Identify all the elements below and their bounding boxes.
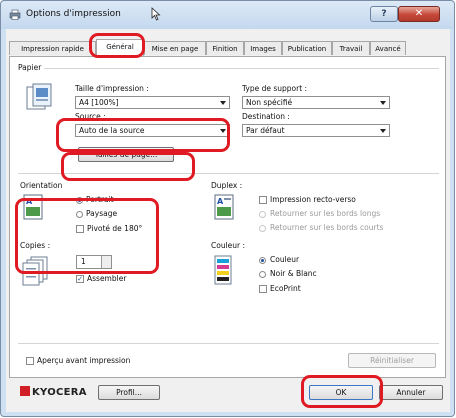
destination-label: Destination : [242, 112, 290, 121]
chevron-down-icon [380, 129, 386, 133]
type-support-value: Non spécifié [246, 98, 293, 107]
source-select[interactable]: Auto de la source [75, 124, 230, 137]
destination-select[interactable]: Par défaut [242, 124, 390, 137]
destination-value: Par défaut [246, 126, 285, 135]
tab-finition[interactable]: Finition [206, 41, 244, 55]
ecoprint-checkbox[interactable] [259, 285, 267, 293]
svg-text:A: A [217, 197, 224, 206]
portrait-orientation-icon: A [23, 194, 43, 220]
close-button[interactable]: ✕ [398, 6, 440, 22]
couleur-group-label: Couleur : [211, 241, 246, 250]
annuler-button[interactable]: Annuler [379, 385, 443, 400]
tab-publication[interactable]: Publication [282, 41, 332, 55]
mouse-cursor-icon [151, 7, 161, 21]
profil-button[interactable]: Profil... [98, 385, 160, 400]
chevron-down-icon [380, 101, 386, 105]
general-tab-panel: Papier Taille d'impression : A4 [100%] T… [9, 56, 446, 378]
recto-verso-label: Impression recto-verso [270, 195, 356, 204]
kyocera-logo: KYOCERA [20, 386, 87, 398]
apercu-checkbox[interactable] [26, 357, 34, 365]
svg-text:A: A [26, 197, 33, 206]
taille-impression-label: Taille d'impression : [75, 84, 149, 93]
tab-images[interactable]: Images [244, 41, 282, 55]
window-title: Options d'impression [26, 9, 121, 19]
paysage-label: Paysage [86, 209, 118, 218]
noir-blanc-label: Noir & Blanc [270, 269, 317, 278]
dialog-body: Impression rapide Général Mise en page F… [6, 29, 450, 412]
copies-value: 1 [81, 257, 86, 266]
assembler-checkbox[interactable]: ✓ [76, 275, 84, 283]
kyocera-mark-icon [20, 386, 30, 396]
ecoprint-label: EcoPrint [270, 284, 301, 293]
portrait-radio[interactable] [76, 197, 83, 204]
taille-impression-select[interactable]: A4 [100%] [75, 96, 230, 109]
print-options-window: Options d'impression ? ✕ Impression rapi… [0, 0, 455, 417]
papier-group-label: Papier [18, 63, 42, 72]
assembler-label: Assembler [87, 274, 127, 283]
type-support-label: Type de support : [242, 84, 308, 93]
color-bars-icon [214, 255, 232, 285]
paper-size-icon [26, 83, 52, 110]
source-label: Source : [75, 112, 106, 121]
taille-impression-value: A4 [100%] [79, 98, 119, 107]
recto-verso-checkbox[interactable] [259, 196, 267, 204]
stepper-down-icon[interactable] [101, 262, 111, 268]
pivote-label: Pivoté de 180° [87, 224, 143, 233]
tab-mise-en-page[interactable]: Mise en page [144, 41, 206, 55]
divider [18, 173, 439, 174]
couleur-label: Couleur [270, 255, 300, 264]
copies-stepper[interactable]: 1 [76, 255, 112, 269]
tab-general[interactable]: Général [96, 39, 144, 56]
orientation-group-label: Orientation [20, 181, 63, 190]
tailles-page-button[interactable]: Tailles de page... [78, 147, 174, 162]
tab-travail[interactable]: Travail [332, 41, 370, 55]
reinitialiser-button[interactable]: Réinitialiser [348, 353, 436, 368]
tab-impression-rapide[interactable]: Impression rapide [9, 41, 96, 55]
divider [44, 68, 439, 69]
bords-longs-radio[interactable] [259, 211, 266, 218]
chevron-down-icon [220, 101, 226, 105]
copies-group-label: Copies : [20, 241, 51, 250]
printer-icon [9, 9, 21, 20]
source-value: Auto de la source [79, 126, 145, 135]
chevron-down-icon [220, 129, 226, 133]
bords-courts-label: Retourner sur les bords courts [270, 223, 384, 232]
title-bar[interactable]: Options d'impression ? ✕ [1, 1, 454, 29]
divider [18, 343, 439, 344]
duplex-group-label: Duplex : [211, 181, 243, 190]
portrait-label: Portrait [86, 195, 114, 204]
pivote-checkbox[interactable] [76, 225, 84, 233]
help-button[interactable]: ? [370, 6, 398, 22]
duplex-icon: A [214, 194, 234, 220]
bords-courts-radio[interactable] [259, 225, 266, 232]
paysage-radio[interactable] [76, 211, 83, 218]
tab-avance[interactable]: Avancé [370, 41, 406, 55]
copies-stack-icon [22, 256, 48, 286]
bords-longs-label: Retourner sur les bords longs [270, 209, 381, 218]
noir-blanc-radio[interactable] [259, 271, 266, 278]
type-support-select[interactable]: Non spécifié [242, 96, 390, 109]
ok-button[interactable]: OK [309, 385, 373, 400]
apercu-label: Aperçu avant impression [37, 356, 131, 365]
couleur-radio[interactable] [259, 257, 266, 264]
